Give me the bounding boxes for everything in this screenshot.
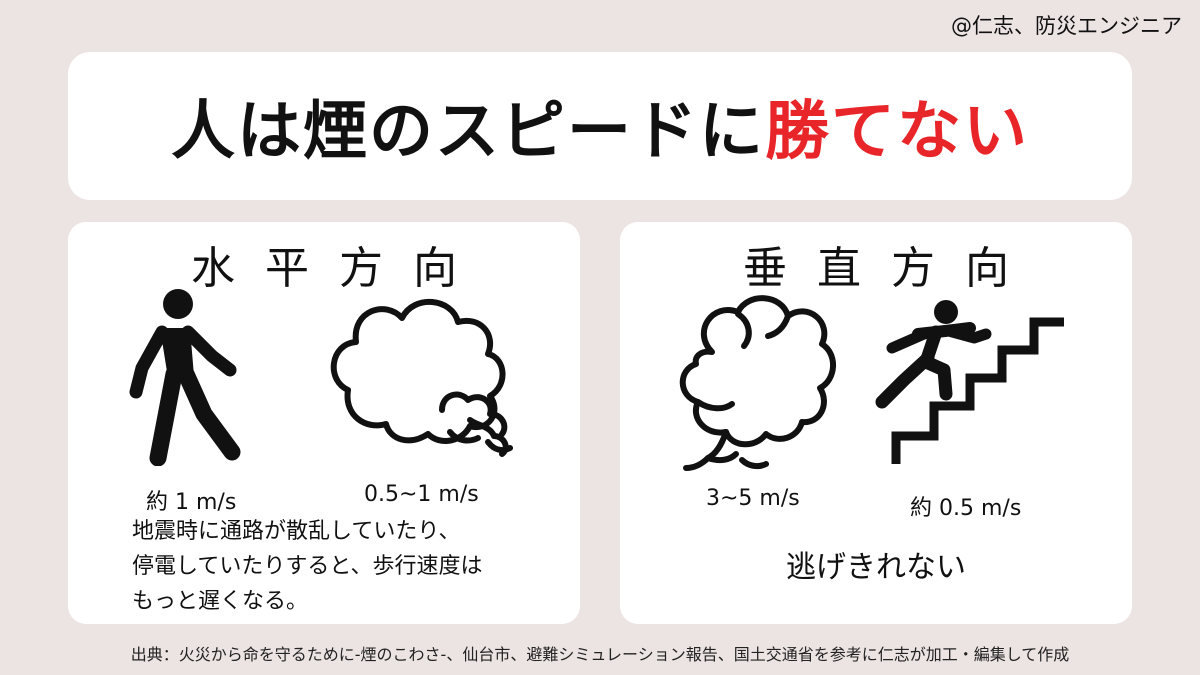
conclusion-text: 逃げきれない — [786, 550, 966, 585]
source-citation: 出典：火災から命を守るために-煙のこわさ-、仙台市、避難シミュレーション報告、国… — [130, 645, 1070, 664]
horizontal-card: 水平方向 約 1 m/s 0.5~1 m/s 地震時に通路が散乱していたり、 停… — [68, 222, 580, 624]
walking-person-icon — [129, 289, 241, 466]
title-accent: 勝てない — [765, 95, 1029, 169]
vertical-card: 垂直方向 3~5 m/s 約 0.5 m/s 逃げきれない — [620, 222, 1132, 624]
note-line: 停電していたりすると、歩行速度は — [132, 554, 483, 579]
vertical-heading: 垂直方向 — [743, 243, 1039, 294]
walking-note: 地震時に通路が散乱していたり、 停電していたりすると、歩行速度は もっと遅くなる… — [132, 514, 482, 619]
page-title: 人は煙のスピードに勝てない — [171, 80, 1029, 172]
title-card: 人は煙のスピードに勝てない — [68, 52, 1132, 200]
smoke-horizontal-speed: 0.5~1 m/s — [364, 482, 479, 507]
note-line: もっと遅くなる。 — [132, 589, 309, 614]
person-climbing-stairs-icon — [875, 300, 1064, 464]
person-horizontal-speed: 約 1 m/s — [146, 490, 237, 515]
note-line: 地震時に通路が散乱していたり、 — [132, 519, 461, 544]
smoke-vertical-speed: 3~5 m/s — [706, 486, 800, 511]
person-vertical-speed: 約 0.5 m/s — [910, 496, 1022, 521]
title-main: 人は煙のスピードに — [171, 95, 765, 169]
author-credit: @仁志、防災エンジニア — [951, 14, 1182, 38]
smoke-cloud-icon — [330, 299, 513, 457]
rising-smoke-icon — [679, 295, 836, 471]
